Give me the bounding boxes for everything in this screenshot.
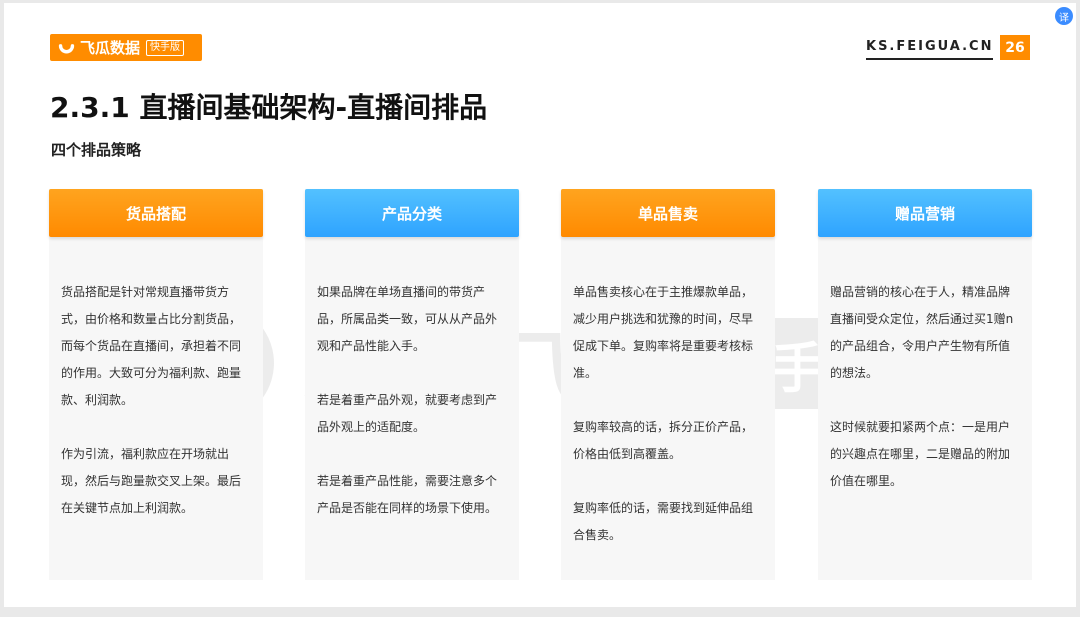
card-paragraph: 赠品营销的核心在于人，精准品牌直播间受众定位，然后通过买1赠n的产品组合，令用户… [830, 285, 1014, 380]
card-body: 赠品营销的核心在于人，精准品牌直播间受众定位，然后通过买1赠n的产品组合，令用户… [818, 237, 1032, 495]
card-paragraph: 复购率较高的话，拆分正价产品，价格由低到高覆盖。 [573, 420, 754, 461]
page-number: 26 [1000, 35, 1030, 60]
card-paragraph: 复购率低的话，需要找到延伸品组合售卖。 [573, 501, 754, 542]
card-goods-matching: 货品搭配 货品搭配是针对常规直播带货方式，由价格和数量占比分割货品，而每个货品在… [49, 189, 263, 580]
slide: 果集·飞瓜 快手版 飞瓜数据 快手版 KS.FEIGUA.CN 26 2.3.1… [4, 3, 1076, 607]
translate-icon[interactable]: 译 [1055, 7, 1073, 25]
card-product-category: 产品分类 如果品牌在单场直播间的带货产品，所属品类一致，可从从产品外观和产品性能… [305, 189, 519, 580]
brand-smile-icon [58, 44, 75, 54]
card-paragraph: 如果品牌在单场直播间的带货产品，所属品类一致，可从从产品外观和产品性能入手。 [317, 285, 498, 353]
card-body: 如果品牌在单场直播间的带货产品，所属品类一致，可从从产品外观和产品性能入手。 若… [305, 237, 519, 522]
brand-logo: 飞瓜数据 快手版 [50, 34, 202, 61]
card-title: 产品分类 [305, 189, 519, 237]
card-title: 货品搭配 [49, 189, 263, 237]
card-paragraph: 作为引流，福利款应在开场就出现，然后与跑量款交叉上架。最后在关键节点加上利润款。 [61, 447, 242, 515]
logo-text: 飞瓜数据 [80, 39, 141, 57]
logo-badge: 快手版 [146, 39, 185, 56]
card-paragraph: 货品搭配是针对常规直播带货方式，由价格和数量占比分割货品，而每个货品在直播间，承… [61, 285, 242, 407]
card-title: 单品售卖 [561, 189, 775, 237]
card-paragraph: 若是着重产品外观，就要考虑到产品外观上的适配度。 [317, 393, 498, 434]
site-url: KS.FEIGUA.CN [866, 39, 994, 60]
card-paragraph: 单品售卖核心在于主推爆款单品，减少用户挑选和犹豫的时间，尽早促成下单。复购率将是… [573, 285, 754, 380]
card-single-product: 单品售卖 单品售卖核心在于主推爆款单品，减少用户挑选和犹豫的时间，尽早促成下单。… [561, 189, 775, 580]
page-title: 2.3.1 直播间基础架构-直播间排品 [50, 91, 488, 124]
card-title: 赠品营销 [818, 189, 1032, 237]
card-gift-marketing: 赠品营销 赠品营销的核心在于人，精准品牌直播间受众定位，然后通过买1赠n的产品组… [818, 189, 1032, 580]
card-paragraph: 这时候就要扣紧两个点：一是用户的兴趣点在哪里，二是赠品的附加价值在哪里。 [830, 420, 1011, 488]
card-body: 单品售卖核心在于主推爆款单品，减少用户挑选和犹豫的时间，尽早促成下单。复购率将是… [561, 237, 775, 549]
card-paragraph: 若是着重产品性能，需要注意多个产品是否能在同样的场景下使用。 [317, 474, 498, 515]
page-subtitle: 四个排品策略 [51, 141, 142, 159]
card-body: 货品搭配是针对常规直播带货方式，由价格和数量占比分割货品，而每个货品在直播间，承… [49, 237, 263, 522]
